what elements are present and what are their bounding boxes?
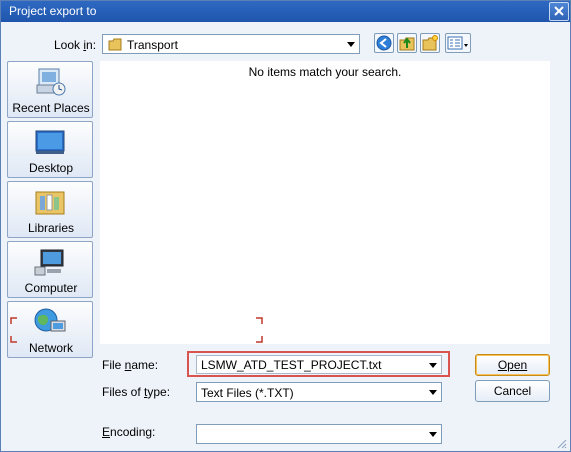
open-label: Open bbox=[497, 358, 528, 372]
encoding-combo[interactable] bbox=[196, 424, 442, 444]
file-type-dropdown-arrow[interactable] bbox=[425, 383, 441, 401]
places-bar: Recent Places Desktop Libraries Computer… bbox=[7, 61, 93, 359]
empty-message: No items match your search. bbox=[248, 65, 402, 79]
file-name-label: File name: bbox=[102, 358, 159, 372]
look-in-value: Transport bbox=[127, 38, 178, 52]
back-icon bbox=[376, 35, 392, 51]
window-title: Project export to bbox=[9, 4, 97, 18]
encoding-label: Encoding: bbox=[102, 425, 156, 439]
chevron-down-icon bbox=[429, 390, 437, 395]
close-icon bbox=[554, 6, 564, 16]
close-button[interactable] bbox=[549, 2, 569, 21]
chevron-down-icon bbox=[429, 432, 437, 437]
place-label: Desktop bbox=[28, 161, 74, 175]
selection-corner-marker bbox=[256, 317, 263, 324]
computer-icon bbox=[34, 249, 64, 276]
file-list[interactable]: No items match your search. bbox=[100, 61, 550, 344]
encoding-dropdown-arrow[interactable] bbox=[425, 425, 441, 443]
view-menu-button[interactable] bbox=[445, 33, 471, 53]
open-button[interactable]: Open bbox=[475, 354, 550, 376]
file-dialog-window: Project export to Look in: Transport Rec… bbox=[0, 0, 571, 452]
network-icon bbox=[34, 308, 66, 332]
new-folder-button[interactable] bbox=[420, 33, 440, 53]
file-name-combo[interactable]: LSMW_ATD_TEST_PROJECT.txt bbox=[196, 355, 442, 374]
place-label: Computer bbox=[24, 281, 78, 295]
place-label: Network bbox=[28, 341, 73, 355]
file-name-value: LSMW_ATD_TEST_PROJECT.txt bbox=[201, 358, 382, 372]
title-bar: Project export to bbox=[1, 1, 570, 22]
place-label: Recent Places bbox=[12, 101, 90, 115]
file-type-label: Files of type: bbox=[102, 385, 171, 399]
desktop-icon bbox=[35, 130, 65, 154]
place-desktop[interactable]: Desktop bbox=[7, 121, 93, 178]
libraries-icon bbox=[35, 191, 65, 215]
new-folder-icon bbox=[422, 35, 438, 51]
up-folder-icon bbox=[399, 37, 415, 51]
place-libraries[interactable]: Libraries bbox=[7, 181, 93, 238]
file-name-dropdown-arrow[interactable] bbox=[425, 356, 441, 373]
view-menu-icon bbox=[447, 36, 468, 50]
place-recent-places[interactable]: Recent Places bbox=[7, 61, 93, 118]
recent-places-icon bbox=[36, 68, 66, 96]
cancel-label: Cancel bbox=[493, 384, 532, 398]
place-computer[interactable]: Computer bbox=[7, 241, 93, 298]
place-label: Libraries bbox=[27, 221, 75, 235]
back-button[interactable] bbox=[374, 33, 394, 53]
selection-corner-marker bbox=[10, 336, 17, 343]
place-network[interactable]: Network bbox=[7, 301, 93, 358]
file-type-value: Text Files (*.TXT) bbox=[201, 386, 294, 400]
cancel-button[interactable]: Cancel bbox=[475, 380, 550, 402]
look-in-label: Look in: bbox=[54, 38, 97, 52]
selection-corner-marker bbox=[256, 336, 263, 343]
look-in-combo[interactable]: Transport bbox=[102, 34, 360, 54]
resize-grip-icon[interactable] bbox=[555, 437, 567, 449]
file-type-combo[interactable]: Text Files (*.TXT) bbox=[196, 382, 442, 402]
up-folder-button[interactable] bbox=[397, 33, 417, 53]
chevron-down-icon bbox=[429, 363, 437, 368]
look-in-dropdown-arrow[interactable] bbox=[343, 35, 359, 53]
chevron-down-icon bbox=[347, 42, 355, 47]
selection-corner-marker bbox=[10, 317, 17, 324]
folder-icon bbox=[108, 38, 122, 51]
